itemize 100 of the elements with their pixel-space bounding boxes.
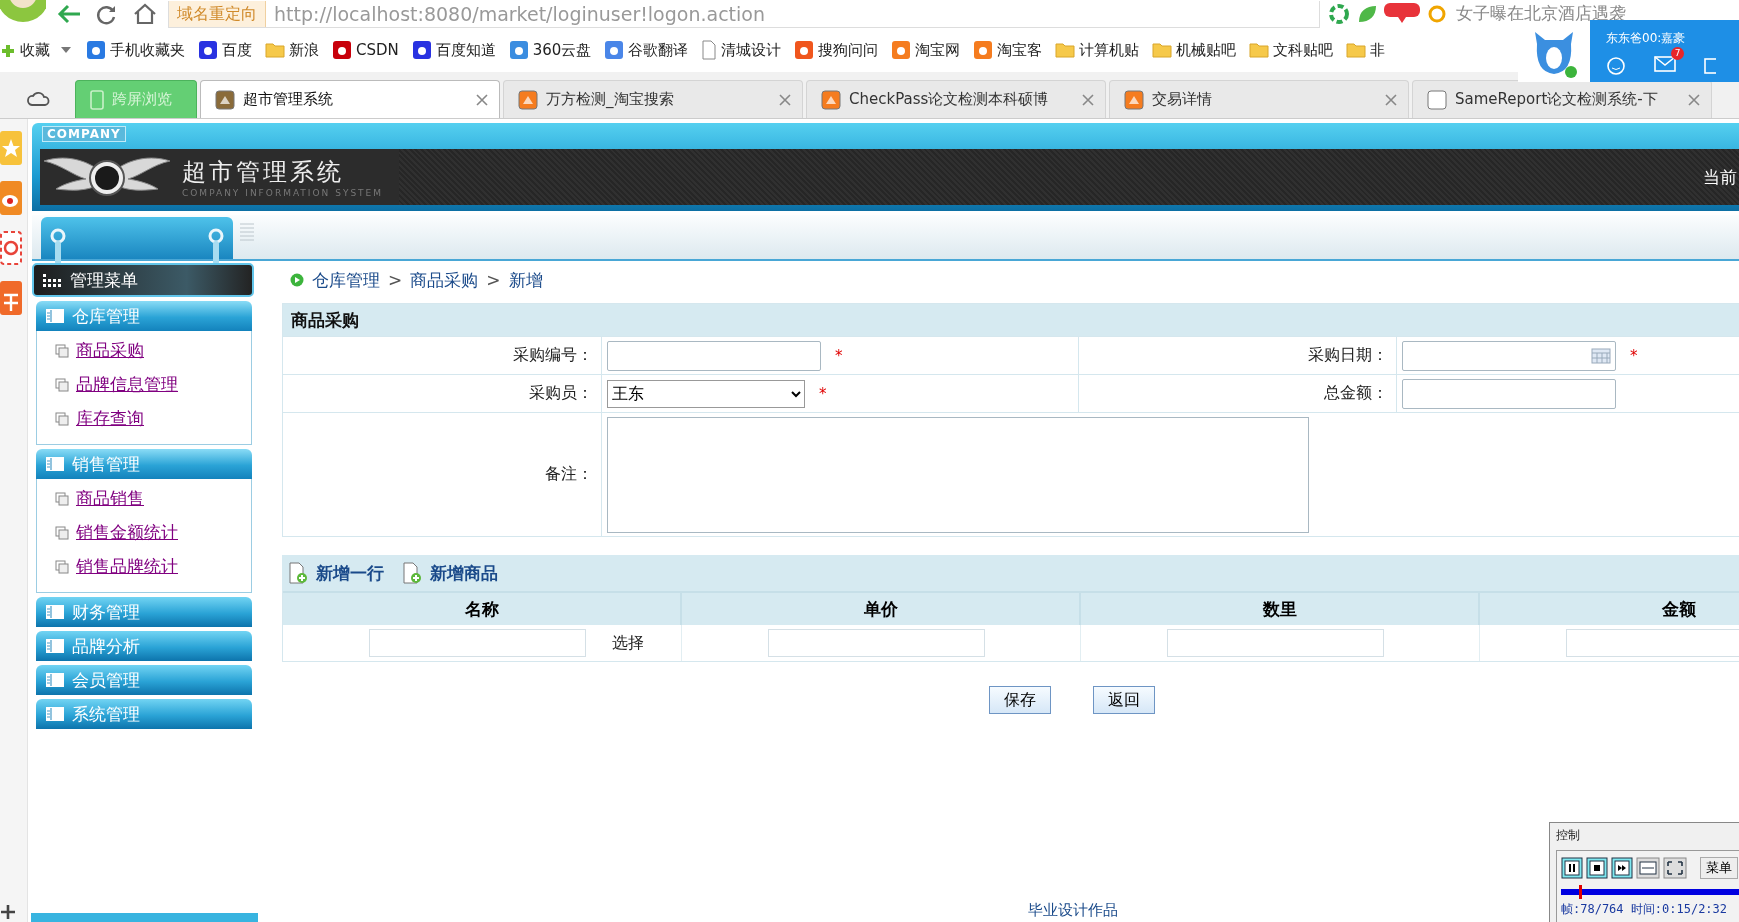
count-badge: 7 (1671, 47, 1684, 60)
add-file-icon (402, 562, 422, 584)
bookmark-item[interactable]: 搜狗问问 (794, 40, 879, 60)
breadcrumb-link[interactable]: 新增 (508, 268, 543, 292)
input-field[interactable] (1167, 629, 1384, 657)
bookmark-item[interactable]: 360云盘 (508, 40, 592, 60)
copy-icon (55, 411, 69, 426)
input-field[interactable] (607, 340, 821, 371)
pause-icon[interactable] (1561, 857, 1583, 879)
required-mark: * (835, 346, 843, 365)
action-button[interactable]: 保存 (989, 686, 1051, 714)
menu-link[interactable]: 库存查询 (76, 407, 144, 430)
play-icon (290, 273, 304, 287)
headline-link[interactable]: 女子曝在北京酒店遇袭 (1456, 2, 1626, 25)
field-label: 采购日期： (1079, 336, 1397, 374)
bookmark-item[interactable]: 淘宝客 (973, 40, 1043, 60)
mail-icon[interactable] (1654, 55, 1676, 73)
column-header: 数里 (1081, 593, 1480, 625)
page-icon (701, 40, 718, 60)
user-info-text: 当前 (1703, 165, 1738, 189)
ring-icon[interactable] (1426, 3, 1448, 25)
redirect-badge: 域名重定向 (169, 0, 266, 27)
copy-icon (55, 559, 69, 574)
menu-title: 管理菜单 (70, 268, 138, 292)
leaf-icon[interactable] (1356, 3, 1378, 25)
fast-forward-icon[interactable] (1611, 857, 1633, 879)
user-name: 东东爸00:嘉豪 (1606, 30, 1687, 47)
browser-tab[interactable]: 万方检测_淘宝搜索 (503, 80, 803, 118)
grid-icon (42, 273, 62, 287)
toolbar-button[interactable]: 新增一行 (288, 561, 384, 585)
bookmark-item[interactable]: 新浪 (265, 40, 319, 60)
url-text: http://localhost:8080/market/loginuser!logon.action (273, 2, 765, 25)
panel-icon (46, 309, 64, 323)
menu-button[interactable]: 菜单 (1700, 857, 1738, 879)
browser-tab[interactable]: CheckPass论文检测本科硕博 (806, 80, 1106, 118)
panel-icon (46, 707, 64, 721)
breadcrumb-link[interactable]: 仓库管理 (312, 268, 380, 292)
browser-tab[interactable]: SameReport论文检测系统-下 (1412, 80, 1712, 118)
caret-icon[interactable] (59, 45, 73, 55)
fullscreen-icon[interactable] (1663, 857, 1687, 879)
folder-icon (265, 41, 285, 59)
bookmark-item[interactable]: 百度 (198, 40, 252, 60)
bookmark-item[interactable]: 淘宝网 (891, 40, 961, 60)
required-mark: * (819, 384, 827, 403)
field-label: 采购编号： (283, 336, 602, 374)
system-title: 超市管理系统 (182, 157, 345, 188)
menu-link[interactable]: 销售品牌统计 (76, 555, 178, 578)
browser-tab[interactable]: 交易详情 (1109, 80, 1409, 118)
close-icon[interactable] (475, 92, 489, 107)
bookmark-item[interactable]: 计算机贴 (1055, 40, 1140, 60)
folder-icon (1249, 41, 1270, 59)
copy-icon (55, 491, 69, 506)
smiley-icon[interactable] (1606, 56, 1626, 76)
input-field[interactable] (1566, 629, 1739, 657)
toolbar-button[interactable]: 新增商品 (402, 561, 498, 585)
folder-icon (1152, 41, 1173, 59)
bookmark-item[interactable]: 非 (1346, 40, 1386, 60)
field-label: 总金额： (1079, 374, 1397, 412)
fit-window-icon[interactable] (1636, 857, 1660, 879)
bookmark-item[interactable]: CSDN (332, 40, 399, 60)
panel-title: 控制 (1556, 827, 1581, 844)
close-icon[interactable] (1687, 92, 1701, 107)
input-field[interactable] (369, 629, 586, 657)
close-icon[interactable] (1081, 92, 1095, 107)
action-button[interactable]: 返回 (1093, 686, 1155, 714)
playhead[interactable] (1578, 885, 1582, 899)
bookmark-item[interactable]: 文科贴吧 (1249, 40, 1334, 60)
menu-link[interactable]: 商品销售 (76, 487, 144, 510)
input-field[interactable] (1402, 378, 1616, 409)
add-file-icon (288, 562, 308, 584)
close-icon[interactable] (1384, 92, 1398, 107)
grip-icon (239, 221, 255, 243)
recycle-icon[interactable] (1328, 3, 1350, 25)
add-icon[interactable] (0, 904, 16, 920)
dropdown[interactable]: 王东 (607, 379, 805, 408)
input-field[interactable] (768, 629, 985, 657)
window-icon[interactable] (1704, 57, 1716, 75)
menu-link[interactable]: 销售金额统计 (76, 521, 178, 544)
system-subtitle: COMPANY INFORMATION SYSTEM (182, 188, 384, 198)
bookmark-item[interactable]: 收藏 (0, 40, 50, 60)
panel-icon (46, 605, 64, 619)
stop-icon[interactable] (1586, 857, 1608, 879)
close-icon[interactable] (778, 92, 792, 107)
copy-icon (55, 377, 69, 392)
field-label: 备注： (283, 412, 602, 536)
bookmark-item[interactable]: 清城设计 (701, 40, 782, 60)
bookmark-item[interactable]: 机械贴吧 (1152, 40, 1237, 60)
bookmark-item[interactable]: 手机收藏夹 (86, 40, 185, 60)
playback-status: 帧:78/764 时间:0:15/2:32 (1561, 901, 1729, 918)
panel-icon (46, 639, 64, 653)
select-link[interactable]: 选择 (612, 632, 644, 654)
folder-icon (1055, 41, 1076, 59)
menu-link[interactable]: 商品采购 (76, 339, 144, 362)
menu-link[interactable]: 品牌信息管理 (76, 373, 178, 396)
bookmark-item[interactable]: 百度知道 (411, 40, 496, 60)
date-field[interactable] (1402, 340, 1616, 371)
browser-tab[interactable]: 超市管理系统 (200, 80, 500, 118)
column-header: 金额 (1480, 593, 1739, 625)
bookmark-item[interactable]: 谷歌翻译 (604, 40, 689, 60)
breadcrumb-link[interactable]: 商品采购 (410, 268, 479, 292)
